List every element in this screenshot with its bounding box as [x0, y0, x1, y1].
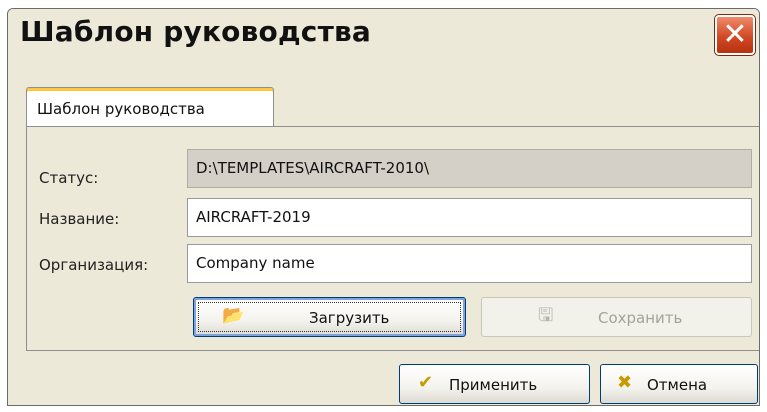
- dialog-window: Шаблон руководства ✕ Шаблон руководства …: [7, 8, 760, 406]
- close-button[interactable]: ✕: [714, 14, 756, 56]
- tab-label: Шаблон руководства: [37, 100, 205, 118]
- status-field: D:\TEMPLATES\AIRCRAFT-2010\: [187, 149, 752, 188]
- checkmark-icon: ✔: [418, 372, 434, 393]
- load-folder-icon: 📂: [222, 305, 245, 326]
- apply-button[interactable]: ✔ Применить: [399, 364, 590, 404]
- save-button[interactable]: 🖫 Сохранить: [481, 297, 752, 337]
- cancel-button-label: Отмена: [647, 376, 708, 394]
- apply-button-label: Применить: [449, 376, 538, 394]
- load-button[interactable]: 📂 Загрузить: [193, 297, 466, 337]
- title-bar[interactable]: Шаблон руководства ✕: [8, 9, 759, 85]
- save-disk-icon: 🖫: [538, 305, 554, 326]
- tab-template[interactable]: Шаблон руководства: [26, 87, 274, 127]
- cancel-button[interactable]: ✖ Отмена: [600, 364, 758, 404]
- status-label: Статус:: [39, 169, 99, 187]
- tab-panel: Статус: D:\TEMPLATES\AIRCRAFT-2010\ Назв…: [26, 126, 759, 351]
- dialog-title: Шаблон руководства: [20, 15, 372, 48]
- load-button-label: Загрузить: [309, 309, 390, 327]
- save-button-label: Сохранить: [598, 309, 683, 327]
- cancel-x-icon: ✖: [617, 372, 633, 393]
- organization-label: Организация:: [39, 256, 149, 274]
- name-label: Название:: [39, 210, 120, 228]
- organization-field[interactable]: Company name: [187, 244, 752, 283]
- close-icon: ✕: [722, 17, 748, 52]
- name-field[interactable]: AIRCRAFT-2019: [187, 198, 752, 237]
